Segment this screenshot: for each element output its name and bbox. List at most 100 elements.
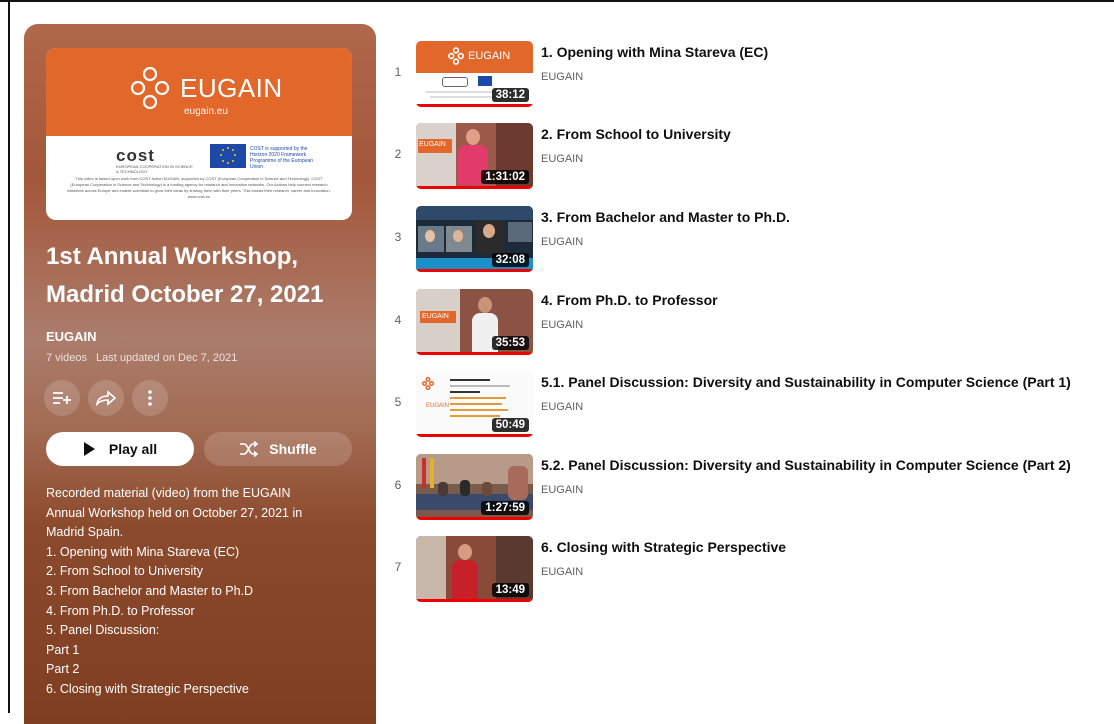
playlist-video-item[interactable]: 3 32:08 3. From Bachelor and Master to P… [388,206,1108,274]
playlist-video-item[interactable]: 2 EUGAIN 1:31:02 2. From School to Unive… [388,123,1108,191]
play-icon [83,442,95,456]
description-line: Annual Workshop held on October 27, 2021… [46,505,303,520]
watch-progress-bar [416,517,533,520]
thumbnail-brand-text: EUGAIN [419,141,446,148]
video-thumbnail[interactable]: EUGAIN 1:31:02 [416,123,533,189]
video-duration: 35:53 [491,336,529,350]
play-all-label: Play all [108,441,158,457]
cover-brand-band: EUGAIN eugain.eu [46,48,352,136]
watch-progress-bar [416,352,533,355]
playlist-meta: 7 videos Last updated on Dec 7, 2021 [46,352,243,364]
video-index: 2 [394,147,402,161]
video-channel[interactable]: EUGAIN [541,401,583,413]
description-line: Madrid Spain. [46,525,124,540]
video-index: 1 [394,65,402,79]
video-title[interactable]: 1. Opening with Mina Stareva (EC) [541,44,768,60]
description-line: Part 2 [46,662,80,677]
playlist-header-panel: EUGAIN eugain.eu cost EUROPEAN COOPERATI… [24,24,376,724]
playlist-title: 1st Annual Workshop, Madrid October 27, … [46,238,366,314]
video-thumbnail[interactable]: 13:49 [416,536,533,602]
cover-partner-logos: cost EUROPEAN COOPERATION IN SCIENCE & T… [46,144,352,174]
eu-support-text: COST is supported by the Horizon 2020 Fr… [250,146,314,170]
video-thumbnail[interactable]: EUGAIN 35:53 [416,289,533,355]
cost-logo-subtitle: EUROPEAN COOPERATION IN SCIENCE & TECHNO… [116,164,193,174]
add-to-queue-icon [53,392,71,404]
watch-progress-bar [416,186,533,189]
playlist-video-item[interactable]: 4 EUGAIN 35:53 4. From Ph.D. to Professo… [388,289,1108,357]
watch-progress-bar [416,104,533,107]
window-frame-left [8,0,10,713]
video-duration: 50:49 [491,418,529,432]
video-channel[interactable]: EUGAIN [541,71,583,83]
video-duration: 38:12 [491,88,529,102]
video-index: 6 [394,478,402,492]
description-line: 6. Closing with Strategic Perspective [46,681,249,696]
description-line: Recorded material (video) from the EUGAI… [46,486,291,500]
thumbnail-brand-text: EUGAIN [422,313,449,320]
playlist-title-line-1: 1st Annual Workshop, [46,243,299,270]
shuffle-icon [240,441,259,457]
video-index: 5 [394,395,402,409]
video-index: 7 [394,560,402,574]
video-title[interactable]: 2. From School to University [541,126,731,142]
video-duration: 32:08 [491,253,529,267]
last-updated: Last updated on Dec 7, 2021 [96,352,238,364]
eu-flag-icon [210,144,246,168]
play-all-button[interactable]: Play all [46,432,194,466]
video-thumbnail[interactable]: EUGAIN 38:12 [416,41,533,107]
video-duration: 13:49 [491,583,529,597]
shuffle-label: Shuffle [269,441,317,457]
description-line: Part 1 [46,642,80,657]
cover-fine-print: This video is based upon work from COST … [67,176,331,199]
watch-progress-bar [416,599,533,602]
description-line: 2. From School to University [46,564,203,579]
eugain-logo-icon [448,47,464,65]
playlist-title-line-2: Madrid October 27, 2021 [46,281,324,308]
description-line: 5. Panel Discussion: [46,623,160,638]
share-button[interactable] [88,380,124,416]
thumbnail-brand-text: EUGAIN [426,403,450,409]
video-thumbnail[interactable]: EUGAIN 50:49 [416,371,533,437]
description-line: 4. From Ph.D. to Professor [46,603,195,618]
cover-brand-domain: eugain.eu [184,106,228,117]
video-thumbnail[interactable]: 32:08 [416,206,533,272]
cover-brand-name: EUGAIN [180,73,283,103]
description-line: 1. Opening with Mina Stareva (EC) [46,544,240,559]
eugain-logo-icon [130,66,170,110]
watch-progress-bar [416,269,533,272]
watch-progress-bar [416,434,533,437]
video-title[interactable]: 3. From Bachelor and Master to Ph.D. [541,209,790,225]
video-duration: 1:27:59 [481,501,529,515]
eugain-logo-icon [422,377,434,390]
add-to-queue-button[interactable] [44,380,80,416]
thumbnail-brand-text: EUGAIN [468,50,511,62]
video-title[interactable]: 5.2. Panel Discussion: Diversity and Sus… [541,457,1071,473]
video-title[interactable]: 5.1. Panel Discussion: Diversity and Sus… [541,374,1071,390]
playlist-video-item[interactable]: 6 1:27:59 5.2. Panel Discussion: Diversi… [388,454,1108,522]
video-count: 7 videos [46,352,87,364]
video-duration: 1:31:02 [481,170,529,184]
video-index: 4 [394,313,402,327]
more-icon [148,390,152,406]
description-line: 3. From Bachelor and Master to Ph.D [46,583,254,598]
playlist-video-item[interactable]: 1 EUGAIN 38:12 1. Opening with Mina Star… [388,41,1108,109]
video-channel[interactable]: EUGAIN [541,319,583,331]
video-channel[interactable]: EUGAIN [541,153,583,165]
video-index: 3 [394,230,402,244]
playlist-cover-thumbnail[interactable]: EUGAIN eugain.eu cost EUROPEAN COOPERATI… [46,48,352,220]
window-frame-top [0,0,1114,2]
video-channel[interactable]: EUGAIN [541,484,583,496]
video-channel[interactable]: EUGAIN [541,566,583,578]
cost-logo: cost [116,146,155,165]
share-icon [96,390,116,406]
video-channel[interactable]: EUGAIN [541,236,583,248]
playlist-owner-link[interactable]: EUGAIN [46,329,97,344]
playlist-description: Recorded material (video) from the EUGAI… [46,484,346,700]
shuffle-button[interactable]: Shuffle [204,432,352,466]
playlist-video-item[interactable]: 5 EUGAIN 50:49 5.1. Panel Discussion: Di… [388,371,1108,439]
video-title[interactable]: 4. From Ph.D. to Professor [541,292,718,308]
video-title[interactable]: 6. Closing with Strategic Perspective [541,539,786,555]
playlist-video-item[interactable]: 7 13:49 6. Closing with Strategic Perspe… [388,536,1108,604]
video-thumbnail[interactable]: 1:27:59 [416,454,533,520]
more-actions-button[interactable] [132,380,168,416]
